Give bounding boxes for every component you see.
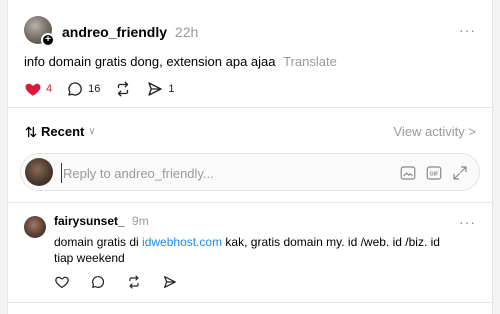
divider: [8, 107, 492, 108]
translate-link[interactable]: Translate: [283, 54, 337, 69]
divider: [8, 202, 492, 203]
view-activity-link[interactable]: View activity >: [394, 124, 477, 139]
image-icon[interactable]: [399, 164, 417, 182]
thread-card: + andreo_friendly 22h ··· info domain gr…: [7, 0, 493, 314]
author-username[interactable]: andreo_friendly: [62, 24, 167, 40]
current-user-avatar: [25, 158, 53, 186]
follow-plus-icon[interactable]: +: [41, 33, 55, 47]
comment-button[interactable]: 16: [66, 80, 100, 98]
post-header: andreo_friendly 22h: [62, 24, 198, 40]
post-body: info domain gratis dong, extension apa a…: [24, 54, 276, 69]
reply-actions: [54, 274, 198, 290]
like-count: 4: [46, 83, 53, 95]
sort-dropdown[interactable]: Recent ∨: [24, 124, 96, 139]
like-button[interactable]: 4: [24, 80, 52, 98]
repost-icon: [118, 81, 129, 97]
gif-icon[interactable]: GIF: [425, 164, 443, 182]
svg-text:GIF: GIF: [430, 172, 440, 178]
post-time: 22h: [174, 24, 199, 40]
reply-more-options-icon[interactable]: ···: [459, 214, 476, 230]
repost-button[interactable]: [114, 80, 132, 98]
reply-author-avatar[interactable]: [24, 216, 46, 238]
comment-count: 16: [88, 83, 101, 95]
send-icon[interactable]: [162, 274, 178, 290]
comment-bubble-icon: [68, 82, 82, 96]
comment-bubble-icon[interactable]: [90, 274, 106, 290]
reply-text-part: domain gratis di: [54, 235, 143, 249]
sort-label: Recent: [41, 124, 85, 139]
divider: [8, 302, 492, 303]
share-button[interactable]: 1: [146, 80, 175, 98]
share-count: 1: [168, 83, 175, 95]
repost-icon[interactable]: [126, 274, 142, 290]
reply-author-username[interactable]: fairysunset_: [54, 214, 125, 228]
heart-filled-icon: [25, 83, 41, 96]
reply-time: 9m: [132, 214, 149, 228]
reply-input[interactable]: [61, 163, 361, 183]
chevron-down-icon: ∨: [88, 126, 96, 137]
expand-icon[interactable]: [451, 164, 469, 182]
heart-icon[interactable]: [54, 274, 70, 290]
post-text: info domain gratis dong, extension apa a…: [24, 54, 337, 69]
reply-composer[interactable]: GIF: [20, 153, 480, 191]
reply-text: domain gratis di idwebhost.com kak, grat…: [54, 234, 454, 266]
reply-tools: GIF: [391, 164, 469, 182]
post-actions: 4 16 1: [24, 80, 189, 98]
reply-link[interactable]: idwebhost.com: [142, 235, 222, 249]
sort-arrows-icon: [25, 126, 37, 137]
more-options-icon[interactable]: ···: [459, 22, 476, 38]
send-icon: [148, 82, 163, 96]
reply-header: fairysunset_ 9m: [54, 214, 149, 228]
